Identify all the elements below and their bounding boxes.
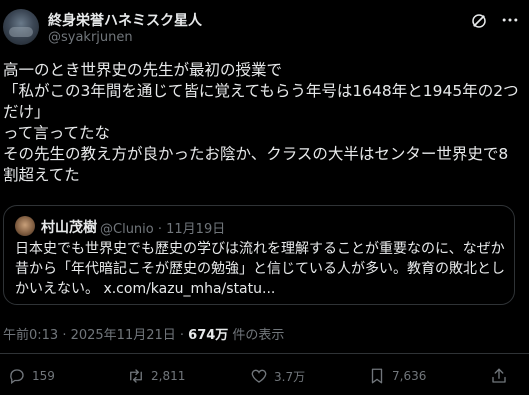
reply-button[interactable]: 159 xyxy=(8,364,55,388)
quoted-line: 昔から「年代暗記こそが歴史の勉強」と信じている人が多い。教育の敗北とし xyxy=(15,261,505,277)
like-button[interactable]: 3.7万 xyxy=(250,364,305,388)
repost-button[interactable]: 2,811 xyxy=(127,364,185,388)
tweet-line: 「私がこの3年間を通じて皆に覚えてもらう年号は1648年と1945年の2つ xyxy=(3,82,519,100)
divider xyxy=(0,353,529,354)
quoted-tweet[interactable]: 村山茂樹 @Clunio · 11月19日 日本史でも世界史でも歴史の学びは流れ… xyxy=(3,205,515,305)
tweet-header: 終身栄誉ハネミスク星人 @syakrjunen xyxy=(0,0,529,52)
repost-icon xyxy=(130,369,142,383)
quoted-author-name: 村山茂樹 xyxy=(41,220,97,236)
views-count: 674万 xyxy=(188,328,229,343)
bookmark-count: 7,636 xyxy=(392,369,427,383)
quoted-author-avatar xyxy=(15,216,35,236)
quoted-line: 日本史でも世界史でも歴史の学びは流れを理解することが重要なのに、なぜか xyxy=(15,241,505,257)
like-count: 3.7万 xyxy=(274,369,306,384)
tweet-text: 高一のとき世界史の先生が最初の授業で 「私がこの3年間を通じて皆に覚えてもらう年… xyxy=(3,60,519,186)
author-display-name[interactable]: 終身栄誉ハネミスク星人 xyxy=(48,10,202,30)
share-icon xyxy=(492,368,506,383)
grok-icon[interactable] xyxy=(470,12,488,30)
quoted-tweet-text: 日本史でも世界史でも歴史の学びは流れを理解することが重要なのに、なぜか 昔から「… xyxy=(15,239,507,299)
author-avatar[interactable] xyxy=(3,9,39,45)
bookmark-icon xyxy=(371,368,383,384)
reply-icon xyxy=(10,369,24,385)
heart-icon xyxy=(251,369,267,383)
tweet-line: その先生の教え方が良かったお陰か、クラスの大半はセンター世界史で8 xyxy=(3,145,509,163)
tweet-timestamp[interactable]: 午前0:13 · 2025年11月21日 · xyxy=(3,328,188,343)
repost-count: 2,811 xyxy=(151,369,186,383)
tweet-meta: 午前0:13 · 2025年11月21日 · 674万 件の表示 xyxy=(3,324,284,343)
author-handle[interactable]: @syakrjunen xyxy=(48,30,133,45)
tweet-line: 割超えてた xyxy=(3,166,80,184)
action-bar: 159 2,811 3.7万 7,636 xyxy=(0,364,529,388)
reply-count: 159 xyxy=(32,369,55,383)
tweet-line: 高一のとき世界史の先生が最初の授業で xyxy=(3,61,283,79)
more-options-icon[interactable] xyxy=(499,10,521,30)
views-suffix: 件の表示 xyxy=(228,328,285,343)
tweet-line: って言ってたな xyxy=(3,124,110,142)
bookmark-button[interactable]: 7,636 xyxy=(368,364,426,388)
share-button[interactable] xyxy=(490,364,508,388)
quoted-author-handle-date: @Clunio · 11月19日 xyxy=(100,222,226,237)
tweet-line: だけ」 xyxy=(3,103,50,121)
quoted-line: かいえない。 x.com/kazu_mha/statu... xyxy=(15,281,276,297)
